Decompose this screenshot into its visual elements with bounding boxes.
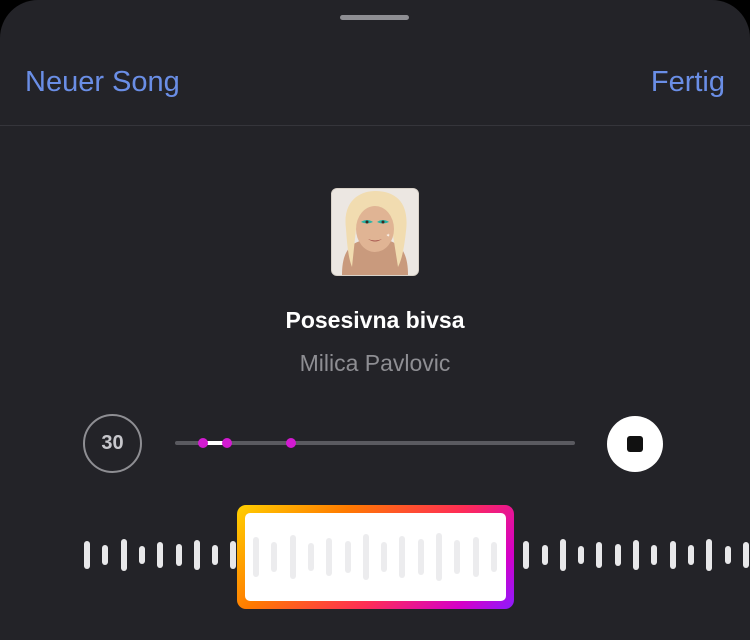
selected-waveform-bar [472, 537, 479, 577]
song-picker-sheet: Neuer Song Fertig ✶ Posesivna bivsa Mili… [0, 0, 750, 640]
selected-waveform-bar [289, 535, 296, 579]
album-cover: ✶ [331, 188, 419, 276]
new-song-button[interactable]: Neuer Song [25, 64, 180, 100]
grabber-handle[interactable] [340, 15, 409, 20]
header-divider [0, 125, 750, 126]
waveform-bar [523, 541, 530, 569]
waveform-bar [596, 542, 603, 568]
waveform-bar [724, 546, 731, 564]
selection-start-marker [198, 438, 208, 448]
svg-text:✶: ✶ [386, 233, 390, 239]
waveform-bar [633, 540, 639, 570]
selected-waveform-bar [326, 538, 333, 576]
selected-waveform-bar [362, 534, 369, 580]
song-title: Posesivna bivsa [285, 307, 465, 333]
waveform-bar [138, 546, 145, 564]
waveform-bar [84, 541, 90, 569]
playback-track[interactable] [175, 438, 575, 448]
duration-label: 30 [101, 432, 124, 454]
waveform-bar [157, 542, 164, 568]
done-button[interactable]: Fertig [651, 64, 725, 100]
waveform-bar [559, 539, 566, 571]
waveform-bar [102, 545, 109, 565]
selected-waveform-bar [436, 533, 442, 581]
selected-waveform-bar [399, 536, 406, 578]
progress-marker [222, 438, 232, 448]
selected-waveform-bar [454, 540, 461, 574]
selection-end-marker [286, 438, 296, 448]
waveform-bar [687, 545, 694, 565]
waveform-bar [651, 545, 658, 565]
selected-waveform-bar [381, 542, 388, 572]
waveform-bar [614, 544, 621, 566]
waveform-bar [212, 545, 219, 565]
waveform-bar [175, 544, 182, 566]
selected-waveform-bar [253, 537, 259, 577]
clip-selector[interactable] [237, 505, 514, 609]
stop-icon [627, 436, 643, 452]
waveform-bar [578, 546, 585, 564]
duration-button[interactable]: 30 [83, 414, 142, 473]
selected-waveform-bar [307, 543, 314, 571]
song-artist: Milica Pavlovic [299, 350, 451, 376]
stop-button[interactable] [607, 416, 663, 472]
waveform-bar [669, 541, 676, 569]
waveform-bar [120, 539, 127, 571]
selected-waveform-bar [417, 539, 424, 575]
waveform-bar [706, 539, 713, 571]
selected-waveform-bar [271, 542, 278, 572]
selected-waveform-bar [344, 541, 351, 573]
waveform-bar [193, 540, 200, 570]
waveform-bar [742, 542, 749, 568]
waveform-bar [541, 545, 548, 565]
waveform-bar [230, 541, 237, 569]
clip-selection-window [245, 513, 506, 601]
selected-waveform-bar [490, 542, 497, 572]
